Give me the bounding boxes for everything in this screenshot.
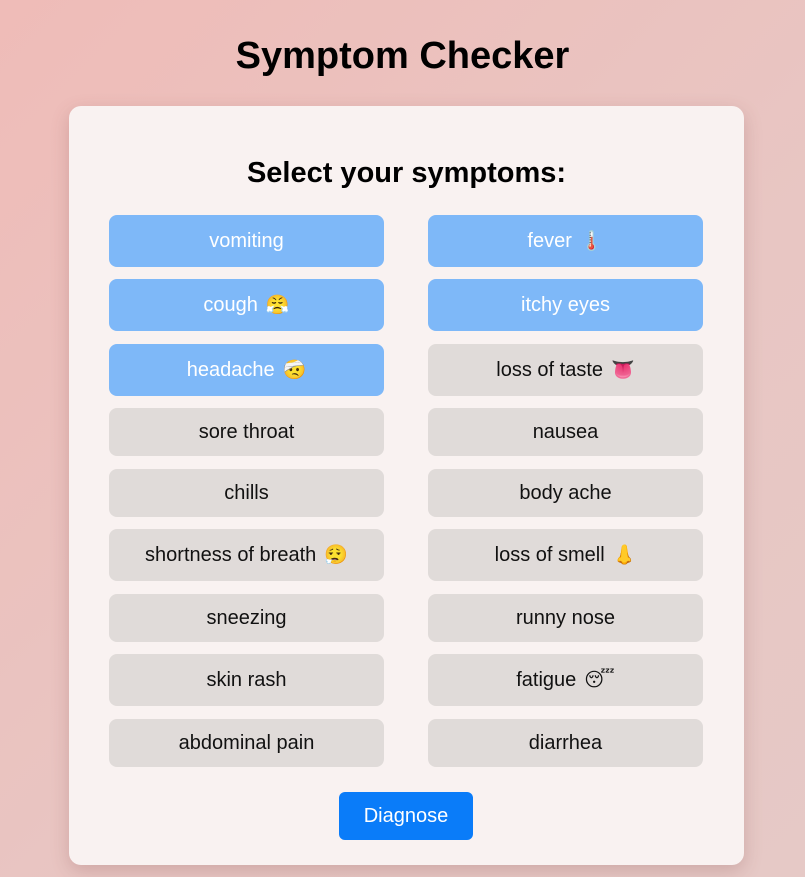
symptom-button-itchy-eyes[interactable]: itchy eyes (428, 279, 703, 331)
exhaling-face-icon: 😮‍💨 (324, 544, 348, 566)
nose-icon: 👃 (612, 544, 637, 566)
bandaged-head-icon: 🤕 (282, 359, 307, 381)
tongue-icon: 👅 (611, 359, 635, 381)
symptom-label: itchy eyes (521, 293, 610, 316)
symptom-button-nausea[interactable]: nausea (428, 408, 703, 456)
symptom-button-shortness-of-breath[interactable]: shortness of breath 😮‍💨 (109, 529, 384, 581)
symptom-button-skin-rash[interactable]: skin rash (109, 654, 384, 706)
symptom-label: shortness of breath (145, 543, 317, 566)
symptom-label: nausea (532, 420, 599, 443)
page-title: Symptom Checker (235, 35, 570, 77)
symptom-button-loss-of-smell[interactable]: loss of smell 👃 (428, 529, 703, 581)
symptom-button-body-ache[interactable]: body ache (428, 469, 703, 517)
symptom-card: Select your symptoms: vomiting fever 🌡️ … (69, 106, 744, 865)
symptom-button-chills[interactable]: chills (109, 469, 384, 517)
symptom-label: fever (527, 229, 572, 252)
sleeping-face-icon: 😴 (584, 669, 615, 691)
symptom-button-vomiting[interactable]: vomiting (109, 215, 384, 267)
coughing-face-icon: 😤 (265, 294, 290, 316)
symptom-label: vomiting (209, 229, 284, 252)
symptom-button-sore-throat[interactable]: sore throat (109, 408, 384, 456)
symptom-button-abdominal-pain[interactable]: abdominal pain (109, 719, 384, 767)
symptom-label: abdominal pain (178, 731, 315, 754)
symptom-label: cough (203, 293, 258, 316)
card-heading: Select your symptoms: (246, 157, 567, 189)
symptom-label: skin rash (206, 668, 287, 691)
symptom-label: loss of taste (496, 358, 604, 381)
symptom-label: headache (186, 358, 275, 381)
symptom-button-sneezing[interactable]: sneezing (109, 594, 384, 642)
symptom-button-fatigue[interactable]: fatigue 😴 (428, 654, 703, 706)
symptom-button-cough[interactable]: cough 😤 (109, 279, 384, 331)
symptom-label: body ache (519, 481, 612, 504)
thermometer-icon: 🌡️ (579, 230, 604, 252)
symptom-label: sneezing (206, 606, 287, 629)
symptom-label: sore throat (198, 420, 295, 443)
symptom-button-loss-of-taste[interactable]: loss of taste 👅 (428, 344, 703, 396)
symptom-label: runny nose (516, 606, 615, 629)
symptom-button-fever[interactable]: fever 🌡️ (428, 215, 703, 267)
diagnose-button[interactable]: Diagnose (339, 792, 473, 840)
symptom-button-headache[interactable]: headache 🤕 (109, 344, 384, 396)
symptom-button-runny-nose[interactable]: runny nose (428, 594, 703, 642)
symptom-label: fatigue (516, 668, 577, 691)
symptom-button-diarrhea[interactable]: diarrhea (428, 719, 703, 767)
symptom-label: chills (224, 481, 269, 504)
symptom-label: diarrhea (528, 731, 603, 754)
symptom-label: loss of smell (494, 543, 605, 566)
